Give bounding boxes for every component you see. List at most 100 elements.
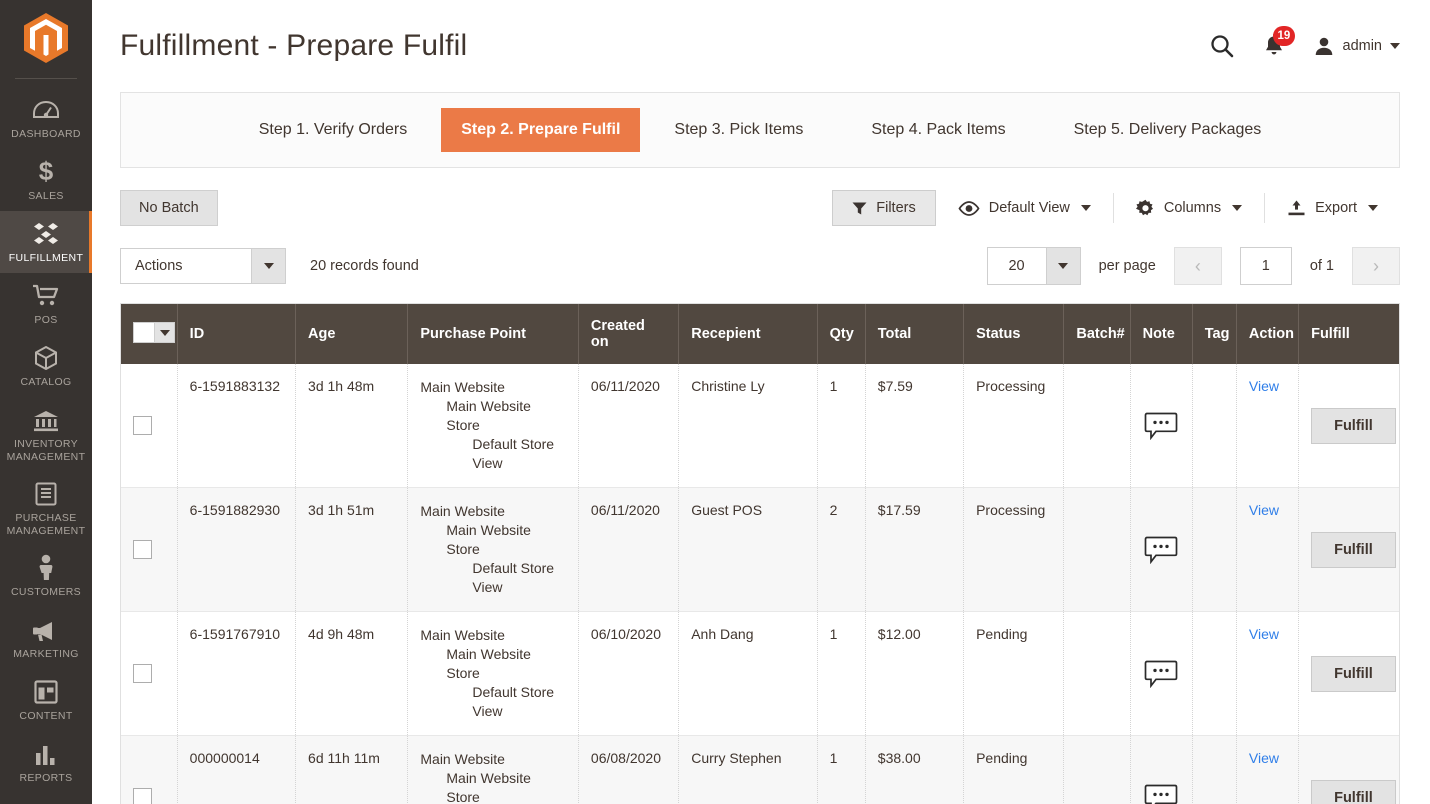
table-row[interactable]: 6-15918831323d 1h 48mMain WebsiteMain We… bbox=[121, 364, 1399, 488]
tab-step-4[interactable]: Step 4. Pack Items bbox=[849, 108, 1027, 152]
bell-icon[interactable]: 19 bbox=[1263, 34, 1285, 58]
cell-note[interactable] bbox=[1130, 612, 1192, 736]
row-select-cell[interactable] bbox=[121, 612, 177, 736]
eye-icon bbox=[958, 201, 980, 216]
column-header-qty[interactable]: Qty bbox=[817, 304, 865, 364]
column-header-fulfill[interactable]: Fulfill bbox=[1299, 304, 1399, 364]
fulfill-button[interactable]: Fulfill bbox=[1311, 532, 1396, 568]
steps-tabs: Step 1. Verify OrdersStep 2. Prepare Ful… bbox=[120, 92, 1400, 168]
cell-fulfill[interactable]: Fulfill bbox=[1299, 364, 1399, 488]
toolbar-row-top: No Batch Filters Default View bbox=[120, 190, 1400, 226]
page-number-input[interactable]: 1 bbox=[1240, 247, 1292, 285]
cell-fulfill[interactable]: Fulfill bbox=[1299, 736, 1399, 804]
per-page-value: 20 bbox=[988, 248, 1046, 284]
cell-note[interactable] bbox=[1130, 364, 1192, 488]
cart-icon bbox=[32, 282, 60, 308]
tab-step-3[interactable]: Step 3. Pick Items bbox=[652, 108, 825, 152]
sidebar-item-purchase-management[interactable]: PURCHASE MANAGEMENT bbox=[0, 471, 92, 545]
cell-action[interactable]: View bbox=[1236, 612, 1298, 736]
cell-recipient: Curry Stephen bbox=[679, 736, 817, 804]
per-page-select[interactable]: 20 bbox=[987, 247, 1081, 285]
sidebar-item-content[interactable]: CONTENT bbox=[0, 669, 92, 731]
column-header-created-on[interactable]: Created on bbox=[578, 304, 678, 364]
purchase-point-line: Default Store View bbox=[420, 559, 566, 597]
sidebar-item-catalog[interactable]: CATALOG bbox=[0, 335, 92, 397]
cell-note[interactable] bbox=[1130, 488, 1192, 612]
user-menu[interactable]: admin bbox=[1313, 35, 1401, 57]
comment-icon[interactable] bbox=[1143, 536, 1180, 564]
column-header-age[interactable]: Age bbox=[296, 304, 408, 364]
column-header-tag[interactable]: Tag bbox=[1192, 304, 1236, 364]
row-checkbox[interactable] bbox=[133, 664, 152, 683]
row-checkbox[interactable] bbox=[133, 788, 152, 804]
cell-purchase-point: Main WebsiteMain Website StoreDefault St… bbox=[408, 488, 579, 612]
tab-step-5[interactable]: Step 5. Delivery Packages bbox=[1052, 108, 1284, 152]
comment-icon[interactable] bbox=[1143, 412, 1180, 440]
select-all-checkbox[interactable] bbox=[133, 322, 175, 343]
sidebar-item-pos[interactable]: POS bbox=[0, 273, 92, 335]
cell-action[interactable]: View bbox=[1236, 364, 1298, 488]
view-link[interactable]: View bbox=[1249, 626, 1279, 642]
cell-tag bbox=[1192, 612, 1236, 736]
view-link[interactable]: View bbox=[1249, 750, 1279, 766]
select-all-column[interactable] bbox=[121, 304, 177, 364]
sidebar-item-inventory-management[interactable]: INVENTORY MANAGEMENT bbox=[0, 397, 92, 471]
purchase-point-line: Main Website bbox=[420, 626, 566, 645]
sidebar-item-customers[interactable]: CUSTOMERS bbox=[0, 545, 92, 607]
table-row[interactable]: 6-15918829303d 1h 51mMain WebsiteMain We… bbox=[121, 488, 1399, 612]
fulfill-button[interactable]: Fulfill bbox=[1311, 408, 1396, 444]
cell-fulfill[interactable]: Fulfill bbox=[1299, 488, 1399, 612]
cell-action[interactable]: View bbox=[1236, 488, 1298, 612]
comment-icon[interactable] bbox=[1143, 784, 1180, 804]
person-icon bbox=[37, 554, 55, 580]
sidebar-nav: DASHBOARD$SALESFULFILLMENTPOSCATALOG INVE… bbox=[0, 87, 92, 793]
cell-tag bbox=[1192, 736, 1236, 804]
column-header-purchase-point[interactable]: Purchase Point bbox=[408, 304, 579, 364]
sidebar-item-marketing[interactable]: MARKETING bbox=[0, 607, 92, 669]
default-view-label: Default View bbox=[989, 200, 1070, 216]
columns-label: Columns bbox=[1164, 200, 1221, 216]
cell-action[interactable]: View bbox=[1236, 736, 1298, 804]
table-row[interactable]: 0000000146d 11h 11mMain WebsiteMain Webs… bbox=[121, 736, 1399, 804]
fulfill-button[interactable]: Fulfill bbox=[1311, 656, 1396, 692]
column-header-total[interactable]: Total bbox=[865, 304, 963, 364]
view-link[interactable]: View bbox=[1249, 502, 1279, 518]
column-header-note[interactable]: Note bbox=[1130, 304, 1192, 364]
column-header-status[interactable]: Status bbox=[964, 304, 1064, 364]
view-link[interactable]: View bbox=[1249, 378, 1279, 394]
main-content: Fulfillment - Prepare Fulfil 19 bbox=[92, 0, 1430, 804]
cell-fulfill[interactable]: Fulfill bbox=[1299, 612, 1399, 736]
no-batch-button[interactable]: No Batch bbox=[120, 190, 218, 226]
row-checkbox[interactable] bbox=[133, 416, 152, 435]
comment-icon[interactable] bbox=[1143, 660, 1180, 688]
fulfill-button[interactable]: Fulfill bbox=[1311, 780, 1396, 804]
column-header-batch[interactable]: Batch# bbox=[1064, 304, 1130, 364]
row-select-cell[interactable] bbox=[121, 364, 177, 488]
next-page-button[interactable]: › bbox=[1352, 247, 1400, 285]
tab-step-1[interactable]: Step 1. Verify Orders bbox=[237, 108, 430, 152]
box-icon bbox=[34, 344, 58, 370]
sidebar-item-reports[interactable]: REPORTS bbox=[0, 731, 92, 793]
prev-page-button[interactable]: ‹ bbox=[1174, 247, 1222, 285]
cell-note[interactable] bbox=[1130, 736, 1192, 804]
sidebar-item-dashboard[interactable]: DASHBOARD bbox=[0, 87, 92, 149]
tab-step-2[interactable]: Step 2. Prepare Fulfil bbox=[441, 108, 640, 152]
column-header-action[interactable]: Action bbox=[1236, 304, 1298, 364]
export-button[interactable]: Export bbox=[1265, 200, 1400, 217]
magento-logo[interactable] bbox=[23, 12, 69, 64]
column-header-id[interactable]: ID bbox=[177, 304, 295, 364]
filters-button[interactable]: Filters bbox=[832, 190, 935, 226]
column-header-recipient[interactable]: Recepient bbox=[679, 304, 817, 364]
row-checkbox[interactable] bbox=[133, 540, 152, 559]
row-select-cell[interactable] bbox=[121, 488, 177, 612]
table-row[interactable]: 6-15917679104d 9h 48mMain WebsiteMain We… bbox=[121, 612, 1399, 736]
sidebar-item-fulfillment[interactable]: FULFILLMENT bbox=[0, 211, 92, 273]
sidebar-item-sales[interactable]: $SALES bbox=[0, 149, 92, 211]
row-select-cell[interactable] bbox=[121, 736, 177, 804]
columns-button[interactable]: Columns bbox=[1114, 199, 1264, 218]
cell-purchase-point: Main WebsiteMain Website StoreDefault St… bbox=[408, 736, 579, 804]
default-view-button[interactable]: Default View bbox=[936, 200, 1113, 216]
sidebar-item-label: INVENTORY MANAGEMENT bbox=[7, 438, 86, 463]
search-icon[interactable] bbox=[1209, 33, 1235, 59]
actions-select[interactable]: Actions bbox=[120, 248, 286, 284]
